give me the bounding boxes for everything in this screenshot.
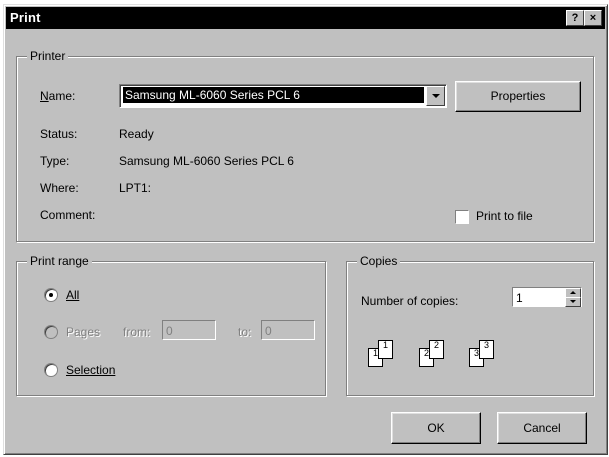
- page-icon: 1: [378, 340, 393, 359]
- type-label: Type:: [40, 154, 70, 168]
- where-value: LPT1:: [119, 181, 152, 195]
- cancel-button[interactable]: Cancel: [497, 412, 587, 444]
- print-to-file-checkbox[interactable]: [455, 210, 469, 224]
- print-to-file-label[interactable]: Print to file: [476, 209, 533, 223]
- all-radio[interactable]: [44, 288, 58, 302]
- number-of-copies-label: Number of copies:: [361, 294, 459, 308]
- help-button[interactable]: ?: [566, 10, 584, 26]
- close-button[interactable]: ×: [584, 10, 602, 26]
- from-label: from:: [123, 325, 151, 339]
- to-input: 0: [261, 320, 315, 340]
- print-range-group-label: Print range: [27, 254, 92, 268]
- to-label: to:: [238, 325, 252, 339]
- pages-radio: [44, 325, 58, 339]
- ok-button[interactable]: OK: [391, 412, 481, 444]
- selection-radio[interactable]: [44, 363, 58, 377]
- copies-spinner[interactable]: [565, 288, 581, 307]
- chevron-down-icon[interactable]: [426, 86, 445, 106]
- pages-label: Pages: [66, 325, 101, 339]
- where-label: Where:: [40, 181, 79, 195]
- status-value: Ready: [119, 127, 154, 141]
- page-icon: 2: [429, 340, 444, 359]
- spin-down-icon[interactable]: [565, 297, 581, 307]
- all-label[interactable]: All: [66, 288, 79, 302]
- comment-label: Comment:: [40, 208, 96, 222]
- page-icon: 3: [479, 340, 494, 359]
- printer-name-select[interactable]: Samsung ML-6060 Series PCL 6: [119, 84, 447, 108]
- selection-label[interactable]: Selection: [66, 363, 115, 377]
- copies-value: 1: [516, 291, 523, 305]
- copies-group-label: Copies: [357, 254, 401, 268]
- type-value: Samsung ML-6060 Series PCL 6: [119, 154, 294, 168]
- title-bar[interactable]: Print ? ×: [6, 7, 605, 29]
- printer-group-label: Printer: [27, 49, 69, 63]
- name-label: Name:: [40, 89, 76, 103]
- copies-group: Copies: [346, 254, 594, 396]
- copies-input[interactable]: 1: [512, 287, 582, 307]
- print-dialog: Print ? × Printer Name: Samsung ML-6060 …: [3, 4, 608, 455]
- dialog-title: Print: [10, 10, 41, 25]
- printer-name-value: Samsung ML-6060 Series PCL 6: [123, 87, 424, 103]
- status-label: Status:: [40, 127, 78, 141]
- from-input: 0: [162, 320, 216, 340]
- properties-button[interactable]: Properties: [455, 81, 581, 112]
